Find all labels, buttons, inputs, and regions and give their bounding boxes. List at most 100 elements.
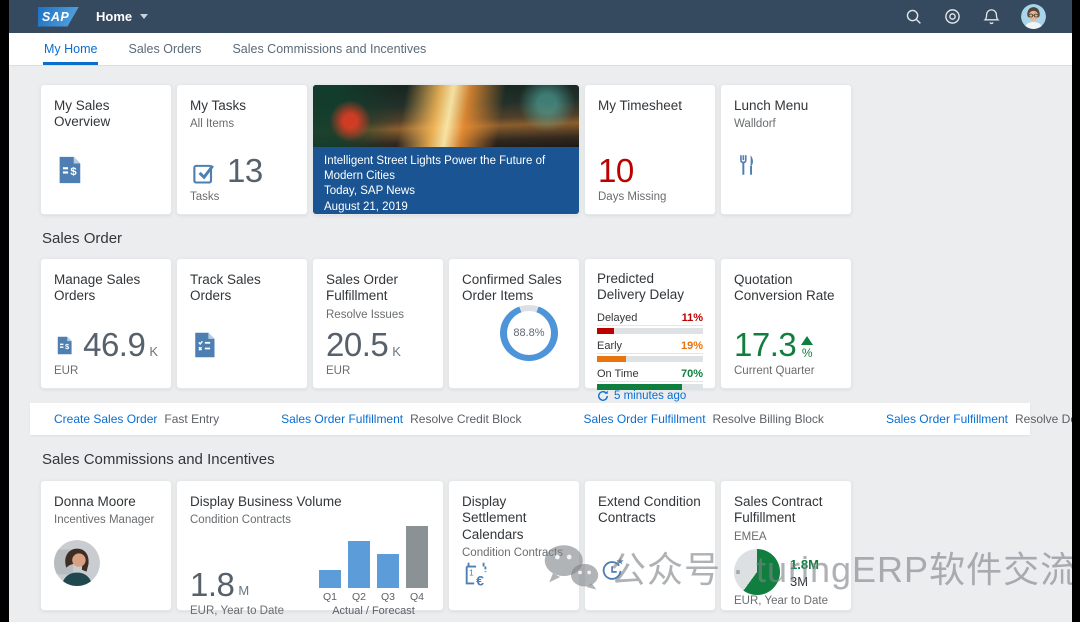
refresh-timestamp: 5 minutes ago	[614, 389, 687, 402]
tile-manage-sales-orders[interactable]: Manage Sales Orders $ 46.9 K EUR	[40, 258, 172, 389]
sap-logo[interactable]: SAP	[38, 6, 79, 27]
tile-footer: Days Missing	[598, 191, 667, 203]
tile-display-settlement-calendars[interactable]: Display Settlement Calendars Condition C…	[448, 480, 580, 611]
tile-title: Display Business Volume	[190, 494, 342, 509]
tasks-count: 13	[227, 152, 263, 190]
checklist-document-icon	[195, 332, 215, 358]
tile-sales-contract-fulfillment[interactable]: Sales Contract Fulfillment EMEA 1.8M 3M …	[720, 480, 852, 611]
tile-icon-area	[734, 151, 838, 179]
business-volume-value: 1.8	[190, 565, 235, 603]
commissions-tile-row: Donna Moore Incentives Manager Display B…	[40, 480, 852, 617]
tile-icon-area: $	[54, 155, 158, 185]
fulfillment-unit: K	[392, 344, 401, 359]
tile-predicted-delivery-delay[interactable]: Predicted Delivery Delay Delayed 11% Earl…	[584, 258, 716, 402]
sales-document-icon: $	[59, 156, 81, 184]
notifications-bell-icon[interactable]	[982, 8, 1000, 26]
user-avatar[interactable]	[1021, 4, 1046, 29]
news-caption: Intelligent Street Lights Power the Futu…	[313, 147, 579, 214]
conversion-rate-unit: %	[801, 346, 813, 360]
contract-fulfillment-chart: 1.8M 3M	[734, 548, 838, 595]
donna-moore-avatar	[54, 540, 100, 587]
home-tile-row: My Sales Overview $ My Tasks All Items 1…	[40, 84, 852, 215]
chevron-down-icon[interactable]	[140, 14, 149, 19]
tile-subtitle: Condition Contracts	[190, 514, 291, 527]
tile-subtitle: Incentives Manager	[54, 514, 155, 527]
settlement-calendar-icon: 1 €	[465, 563, 487, 589]
section-header-commissions: Sales Commissions and Incentives	[42, 451, 275, 468]
comparison-label: Early	[597, 339, 623, 352]
tile-footer: EUR	[326, 365, 351, 377]
comparison-row: Early 19%	[597, 340, 703, 362]
comparison-row: On Time 70%	[597, 368, 703, 390]
tile-title: Donna Moore	[54, 494, 136, 509]
tile-lunch-menu[interactable]: Lunch Menu Walldorf	[720, 84, 852, 215]
link-create-sales-order[interactable]: Create Sales Order	[54, 412, 157, 426]
axis-label: Q1	[322, 591, 337, 604]
tile-title: Quotation Conversion Rate	[734, 272, 835, 304]
tile-my-timesheet[interactable]: My Timesheet 10 Days Missing	[584, 84, 716, 215]
axis-label: Q2	[351, 591, 366, 604]
tile-icon-area	[190, 331, 294, 359]
tile-title: Predicted Delivery Delay	[597, 271, 685, 303]
svg-text:1: 1	[469, 568, 474, 578]
tile-title: Display Settlement Calendars	[462, 494, 527, 542]
donut-percent-label: 88.8%	[507, 310, 551, 355]
link-pair: Create Sales Order Fast Entry	[54, 412, 219, 426]
tile-footer: Tasks	[190, 191, 220, 203]
link-sales-order-fulfillment[interactable]: Sales Order Fulfillment	[584, 412, 706, 426]
business-volume-kpi: 1.8 M EUR, Year to Date	[190, 565, 284, 618]
link-description: Resolve Delivery Block	[1014, 412, 1072, 426]
tile-my-tasks[interactable]: My Tasks All Items 13 Tasks	[176, 84, 308, 215]
actual-value: 1.8M	[790, 556, 819, 572]
comparison-row: Delayed 11%	[597, 312, 703, 334]
shell-title[interactable]: Home	[96, 9, 132, 24]
conversion-rate-value: 17.3	[734, 326, 797, 364]
tile-icon-area: 1 €	[462, 559, 566, 589]
tile-sales-order-fulfillment[interactable]: Sales Order Fulfillment Resolve Issues 2…	[312, 258, 444, 389]
tile-kpi: 17.3 %	[734, 326, 838, 364]
business-volume-body: 1.8 M EUR, Year to Date Q1 Q2 Q3 Q4 Actu…	[190, 526, 430, 617]
bar-axis-labels: Q1 Q2 Q3 Q4	[319, 591, 428, 603]
tab-sales-orders[interactable]: Sales Orders	[127, 33, 202, 65]
tile-kpi: 1.8 M	[190, 565, 284, 603]
tab-sales-commissions[interactable]: Sales Commissions and Incentives	[231, 33, 427, 65]
sales-orders-unit: K	[149, 344, 158, 359]
link-description: Resolve Credit Block	[410, 412, 522, 426]
comparison-bar-track	[597, 355, 703, 362]
delivery-delay-comparison-chart: Delayed 11% Early 19% On Time 70%	[597, 312, 703, 390]
axis-label: Q4	[409, 591, 424, 604]
link-sales-order-fulfillment[interactable]: Sales Order Fulfillment	[281, 412, 403, 426]
bar-q4	[406, 526, 428, 589]
link-pair: Sales Order Fulfillment Resolve Credit B…	[281, 412, 521, 426]
bar-q2	[348, 541, 370, 589]
section-header-sales-order: Sales Order	[42, 230, 123, 247]
confirmed-items-donut-chart: 88.8%	[500, 304, 558, 361]
tile-kpi: 10	[598, 154, 702, 187]
business-volume-unit: M	[238, 583, 250, 599]
tile-news[interactable]: Intelligent Street Lights Power the Futu…	[312, 84, 580, 215]
comparison-label: On Time	[597, 367, 639, 380]
search-icon[interactable]	[904, 8, 922, 26]
tile-title: Confirmed Sales Order Items	[462, 272, 562, 304]
tile-track-sales-orders[interactable]: Track Sales Orders	[176, 258, 308, 389]
comparison-bar-fill	[597, 327, 614, 334]
news-headline: Intelligent Street Lights Power the Futu…	[324, 155, 546, 183]
tile-footer: EUR	[54, 365, 79, 377]
comparison-value: 70%	[680, 367, 703, 380]
tile-donna-moore[interactable]: Donna Moore Incentives Manager	[40, 480, 172, 611]
tile-title: Lunch Menu	[734, 98, 809, 113]
tile-title: Sales Contract Fulfillment	[734, 494, 823, 526]
tab-my-home[interactable]: My Home	[43, 33, 99, 65]
tile-confirmed-sales-order-items[interactable]: Confirmed Sales Order Items 88.8%	[448, 258, 580, 389]
copilot-icon[interactable]	[943, 8, 961, 26]
tile-my-sales-overview[interactable]: My Sales Overview $	[40, 84, 172, 215]
link-description: Resolve Billing Block	[712, 412, 824, 426]
target-value: 3M	[790, 573, 809, 589]
tile-quotation-conversion-rate[interactable]: Quotation Conversion Rate 17.3 % Current…	[720, 258, 852, 389]
tile-display-business-volume[interactable]: Display Business Volume Condition Contra…	[176, 480, 444, 617]
tile-extend-condition-contracts[interactable]: Extend Condition Contracts ★	[584, 480, 716, 611]
tile-footer: EUR, Year to Date	[190, 605, 284, 618]
fulfillment-value: 20.5	[326, 326, 389, 364]
link-sales-order-fulfillment[interactable]: Sales Order Fulfillment	[886, 412, 1008, 426]
refresh-status[interactable]: 5 minutes ago	[597, 390, 703, 402]
